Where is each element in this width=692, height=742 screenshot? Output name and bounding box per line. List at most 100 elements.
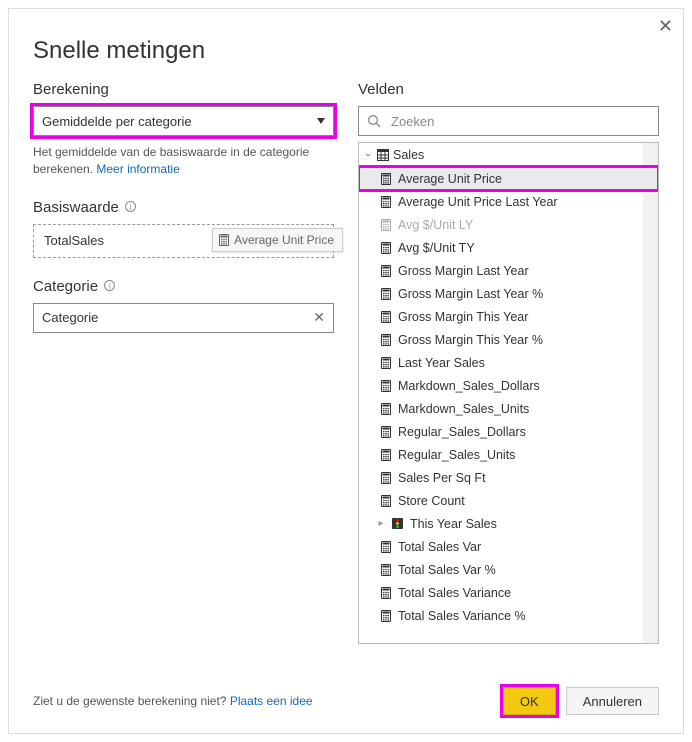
field-label: Total Sales Var % (398, 563, 496, 577)
calculator-icon (381, 587, 391, 599)
basiswaarde-heading: Basiswaarde i (33, 199, 334, 216)
clear-button[interactable]: ✕ (313, 309, 325, 326)
field-label: Regular_Sales_Dollars (398, 425, 526, 439)
calculation-select[interactable]: Gemiddelde per categorie (33, 106, 334, 136)
basiswaarde-well[interactable]: TotalSales Average Unit Price (33, 224, 334, 258)
field-item[interactable]: Markdown_Sales_Dollars (359, 374, 658, 397)
info-icon: i (104, 280, 115, 291)
field-label: This Year Sales (410, 517, 497, 531)
cancel-button[interactable]: Annuleren (566, 687, 659, 715)
berekening-heading: Berekening (33, 81, 334, 98)
field-item[interactable]: Regular_Sales_Units (359, 443, 658, 466)
field-label: Gross Margin This Year (398, 310, 528, 324)
field-label: Avg $/Unit LY (398, 218, 473, 232)
calculation-select-value: Gemiddelde per categorie (42, 114, 192, 129)
learn-more-link[interactable]: Meer informatie (96, 162, 179, 176)
field-item[interactable]: ▸ This Year Sales (359, 512, 658, 535)
chevron-down-icon: › (362, 150, 374, 160)
field-label: Avg $/Unit TY (398, 241, 475, 255)
basiswaarde-label: Basiswaarde (33, 199, 119, 216)
calculator-icon (381, 265, 391, 277)
field-label: Gross Margin This Year % (398, 333, 543, 347)
field-item[interactable]: Total Sales Var % (359, 558, 658, 581)
field-item[interactable]: Regular_Sales_Dollars (359, 420, 658, 443)
field-label: Gross Margin Last Year % (398, 287, 543, 301)
field-item[interactable]: Avg $/Unit TY (359, 236, 658, 259)
velden-heading: Velden (358, 81, 659, 98)
quick-measures-dialog: ✕ Snelle metingen Berekening Gemiddelde … (8, 8, 684, 734)
field-item[interactable]: Markdown_Sales_Units (359, 397, 658, 420)
berekening-label: Berekening (33, 81, 109, 98)
ok-button[interactable]: OK (503, 687, 556, 715)
calculator-icon (381, 334, 391, 346)
field-label: Total Sales Variance (398, 586, 511, 600)
footer-text: Ziet u de gewenste berekening niet? Plaa… (33, 694, 313, 708)
calculator-icon (381, 288, 391, 300)
categorie-value: Categorie (42, 310, 98, 325)
calculator-icon (381, 564, 391, 576)
field-item[interactable]: Store Count (359, 489, 658, 512)
calculator-icon (381, 426, 391, 438)
dialog-title: Snelle metingen (9, 9, 683, 75)
calculator-icon (381, 495, 391, 507)
field-item[interactable]: Gross Margin Last Year (359, 259, 658, 282)
table-icon (377, 149, 389, 161)
field-label: Store Count (398, 494, 465, 508)
table-node-sales[interactable]: › Sales (359, 143, 658, 167)
basiswaarde-value: TotalSales (44, 233, 104, 248)
field-label: Markdown_Sales_Units (398, 402, 529, 416)
field-item[interactable]: Total Sales Variance (359, 581, 658, 604)
field-item[interactable]: Avg $/Unit LY (359, 213, 658, 236)
field-item[interactable]: Total Sales Var (359, 535, 658, 558)
calculator-icon (381, 541, 391, 553)
field-item[interactable]: Gross Margin This Year (359, 305, 658, 328)
categorie-heading: Categorie i (33, 278, 334, 295)
field-label: Total Sales Var (398, 540, 481, 554)
calculator-icon (381, 403, 391, 415)
field-label: Sales Per Sq Ft (398, 471, 486, 485)
search-box[interactable] (358, 106, 659, 136)
calculator-icon (381, 311, 391, 323)
close-button[interactable]: ✕ (658, 17, 673, 35)
calculator-icon (381, 610, 391, 622)
field-item[interactable]: Average Unit Price Last Year (359, 190, 658, 213)
footer: Ziet u de gewenste berekening niet? Plaa… (33, 687, 659, 715)
field-item[interactable]: Gross Margin Last Year % (359, 282, 658, 305)
calculation-description: Het gemiddelde van de basiswaarde in de … (33, 144, 334, 179)
info-icon: i (125, 201, 136, 212)
chevron-down-icon (317, 118, 325, 124)
drag-chip[interactable]: Average Unit Price (212, 228, 343, 252)
field-label: Average Unit Price Last Year (398, 195, 558, 209)
calculator-icon (381, 173, 391, 185)
search-input[interactable] (389, 113, 650, 130)
field-item[interactable]: Gross Margin This Year % (359, 328, 658, 351)
search-icon (367, 114, 381, 128)
kpi-icon (392, 518, 403, 529)
field-item[interactable]: Total Sales Variance % (359, 604, 658, 627)
field-item[interactable]: Last Year Sales (359, 351, 658, 374)
right-pane: Velden › Sales Average Unit Price Average… (358, 81, 659, 644)
drag-chip-label: Average Unit Price (234, 233, 334, 247)
calculator-icon (381, 380, 391, 392)
calculator-icon (381, 219, 391, 231)
calculator-icon (381, 242, 391, 254)
field-item[interactable]: Sales Per Sq Ft (359, 466, 658, 489)
field-item[interactable]: Average Unit Price (359, 167, 658, 190)
left-pane: Berekening Gemiddelde per categorie Het … (33, 81, 334, 644)
categorie-label: Categorie (33, 278, 98, 295)
calculator-icon (381, 449, 391, 461)
calculator-icon (381, 472, 391, 484)
scrollbar[interactable] (643, 143, 658, 643)
field-label: Markdown_Sales_Dollars (398, 379, 540, 393)
field-label: Total Sales Variance % (398, 609, 526, 623)
calculator-icon (219, 234, 229, 246)
calculator-icon (381, 196, 391, 208)
suggest-idea-link[interactable]: Plaats een idee (230, 694, 313, 708)
table-name: Sales (393, 148, 424, 162)
field-label: Average Unit Price (398, 172, 502, 186)
field-label: Regular_Sales_Units (398, 448, 515, 462)
categorie-well[interactable]: Categorie ✕ (33, 303, 334, 333)
velden-label: Velden (358, 81, 404, 98)
field-label: Gross Margin Last Year (398, 264, 529, 278)
chevron-right-icon: ▸ (377, 518, 385, 529)
